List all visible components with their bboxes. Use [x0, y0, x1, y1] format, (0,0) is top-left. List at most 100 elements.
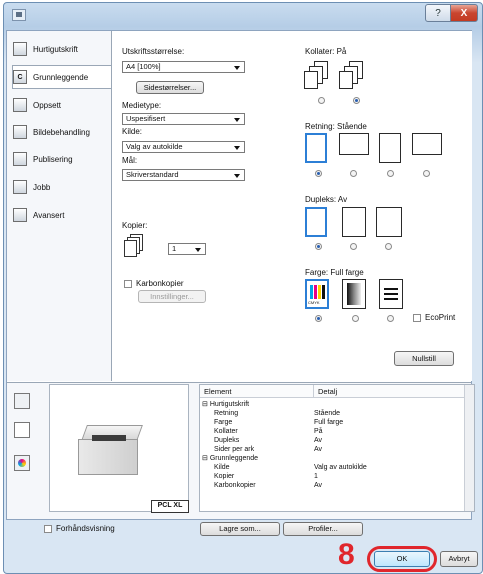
orientation-portrait-rotated-radio[interactable]	[387, 170, 394, 177]
print-size-select[interactable]: A4 [100%]	[122, 61, 245, 73]
nav-item-basic[interactable]: C Grunnleggende	[12, 65, 112, 89]
nav-item-label: Bildebehandling	[33, 127, 90, 137]
color-tab-icon[interactable]	[14, 455, 30, 471]
nav-item-advanced[interactable]: Avansert	[13, 205, 111, 225]
ecoprint-label: EcoPrint	[425, 313, 456, 322]
nav-item-label: Oppsett	[33, 100, 62, 110]
nav-item-layout[interactable]: Oppsett	[13, 95, 111, 115]
nav-item-label: Hurtigutskrift	[33, 44, 78, 54]
reset-button[interactable]: Nullstill	[394, 351, 454, 366]
step-number-callout: 8	[338, 538, 355, 571]
table-row-group: ⊟ Grunnleggende	[202, 455, 259, 462]
landscape-icon	[339, 133, 369, 155]
table-row: Sider per ark Av	[214, 446, 323, 453]
media-type-select[interactable]: Uspesifisert	[122, 113, 245, 125]
color-label: Farge: Full farge	[305, 268, 364, 277]
ecoprint-checkbox[interactable]	[413, 314, 421, 322]
duplex-off-radio[interactable]	[315, 243, 322, 250]
duplex-short-edge-icon	[376, 207, 402, 237]
collate-off-radio[interactable]	[318, 97, 325, 104]
pcl-xl-badge: PCL XL	[151, 500, 189, 513]
full-color-icon: CMYK	[305, 279, 329, 309]
page-sizes-button[interactable]: Sidestørrelser...	[136, 81, 204, 94]
print-size-label: Utskriftsstørrelse:	[122, 47, 185, 56]
table-row: Farge Full farge	[214, 419, 344, 426]
collate-label: Kollater: På	[305, 47, 347, 56]
duplex-long-edge-icon	[342, 207, 366, 237]
nav-item-label: Jobb	[33, 182, 51, 192]
color-grayscale-radio[interactable]	[352, 315, 359, 322]
collate-off-icon	[304, 61, 330, 91]
table-row: Dupleks Av	[214, 437, 323, 444]
portrait-rotated-icon	[379, 133, 401, 163]
nav-item-publishing[interactable]: Publisering	[13, 149, 111, 169]
table-scrollbar[interactable]	[464, 385, 474, 511]
settings-summary-table: Element Detalj ⊟ Hurtigutskrift Retning S…	[199, 384, 475, 512]
copies-label: Kopier:	[122, 221, 148, 230]
carbon-copies-checkbox[interactable]	[124, 280, 132, 288]
preview-checkbox[interactable]	[44, 525, 52, 533]
publishing-icon	[13, 152, 27, 166]
layout-icon	[13, 98, 27, 112]
collate-on-icon	[339, 61, 367, 91]
carbon-copies-label: Karbonkopier	[136, 279, 184, 288]
basic-icon: C	[13, 70, 27, 84]
nav-item-quick-print[interactable]: Hurtigutskrift	[13, 39, 111, 59]
duplex-off-icon	[305, 207, 327, 237]
source-label: Kilde:	[122, 127, 143, 136]
orientation-landscape-radio[interactable]	[350, 170, 357, 177]
destination-label: Mål:	[122, 156, 138, 165]
basic-settings-panel: Utskriftsstørrelse: A4 [100%] Sidestørre…	[111, 31, 472, 381]
help-button[interactable]: ?	[425, 4, 451, 22]
copies-icon	[124, 234, 143, 257]
table-row: Karbonkopier Av	[214, 482, 323, 489]
imaging-icon	[13, 125, 27, 139]
table-row: Retning Stående	[214, 410, 341, 417]
orientation-portrait-radio[interactable]	[315, 170, 322, 177]
document-tab-icon[interactable]	[14, 422, 30, 438]
collate-on-radio[interactable]	[353, 97, 360, 104]
nav-item-label: Avansert	[33, 210, 65, 220]
settings-nav: Hurtigutskrift C Grunnleggende Oppsett B…	[7, 31, 112, 381]
table-row: Kilde Valg av autokilde	[214, 464, 367, 471]
save-as-button[interactable]: Lagre som...	[200, 522, 280, 536]
printer-preview-tab-icon[interactable]	[14, 393, 30, 409]
duplex-long-radio[interactable]	[350, 243, 357, 250]
preview-label: Forhåndsvisning	[56, 524, 115, 533]
printer-image	[78, 425, 143, 475]
color-full-radio[interactable]	[315, 315, 322, 322]
duplex-short-radio[interactable]	[385, 243, 392, 250]
table-row: Kollater På	[214, 428, 323, 435]
copies-stepper[interactable]: 1	[168, 243, 206, 255]
title-bar: ? X	[4, 3, 482, 31]
printer-preview	[49, 384, 189, 512]
monochrome-icon	[379, 279, 403, 309]
column-header-detail[interactable]: Detalj	[314, 385, 466, 398]
destination-select[interactable]: Skriverstandard	[122, 169, 245, 181]
nav-item-label: Publisering	[33, 154, 73, 164]
job-icon	[13, 180, 27, 194]
carbon-settings-button[interactable]: Innstillinger...	[138, 290, 206, 303]
color-mono-radio[interactable]	[387, 315, 394, 322]
printer-app-icon	[12, 9, 26, 21]
source-select[interactable]: Valg av autokilde	[122, 141, 245, 153]
table-row-group: ⊟ Hurtigutskrift	[202, 401, 250, 408]
advanced-icon	[13, 208, 27, 222]
orientation-landscape-rotated-radio[interactable]	[423, 170, 430, 177]
profiles-button[interactable]: Profiler...	[283, 522, 363, 536]
quick-print-icon	[13, 42, 27, 56]
close-button[interactable]: X	[450, 4, 478, 22]
media-type-label: Medietype:	[122, 101, 162, 110]
nav-item-job[interactable]: Jobb	[13, 177, 111, 197]
portrait-icon	[305, 133, 327, 163]
cmyk-label: CMYK	[308, 300, 320, 305]
copies-value: 1	[172, 244, 177, 253]
nav-item-imaging[interactable]: Bildebehandling	[13, 122, 111, 142]
cancel-button[interactable]: Avbryt	[440, 551, 478, 567]
column-header-element[interactable]: Element	[200, 385, 314, 398]
duplex-label: Dupleks: Av	[305, 195, 348, 204]
table-row: Kopier 1	[214, 473, 318, 480]
landscape-rotated-icon	[412, 133, 442, 155]
orientation-label: Retning: Stående	[305, 122, 367, 131]
nav-item-label: Grunnleggende	[33, 72, 89, 82]
